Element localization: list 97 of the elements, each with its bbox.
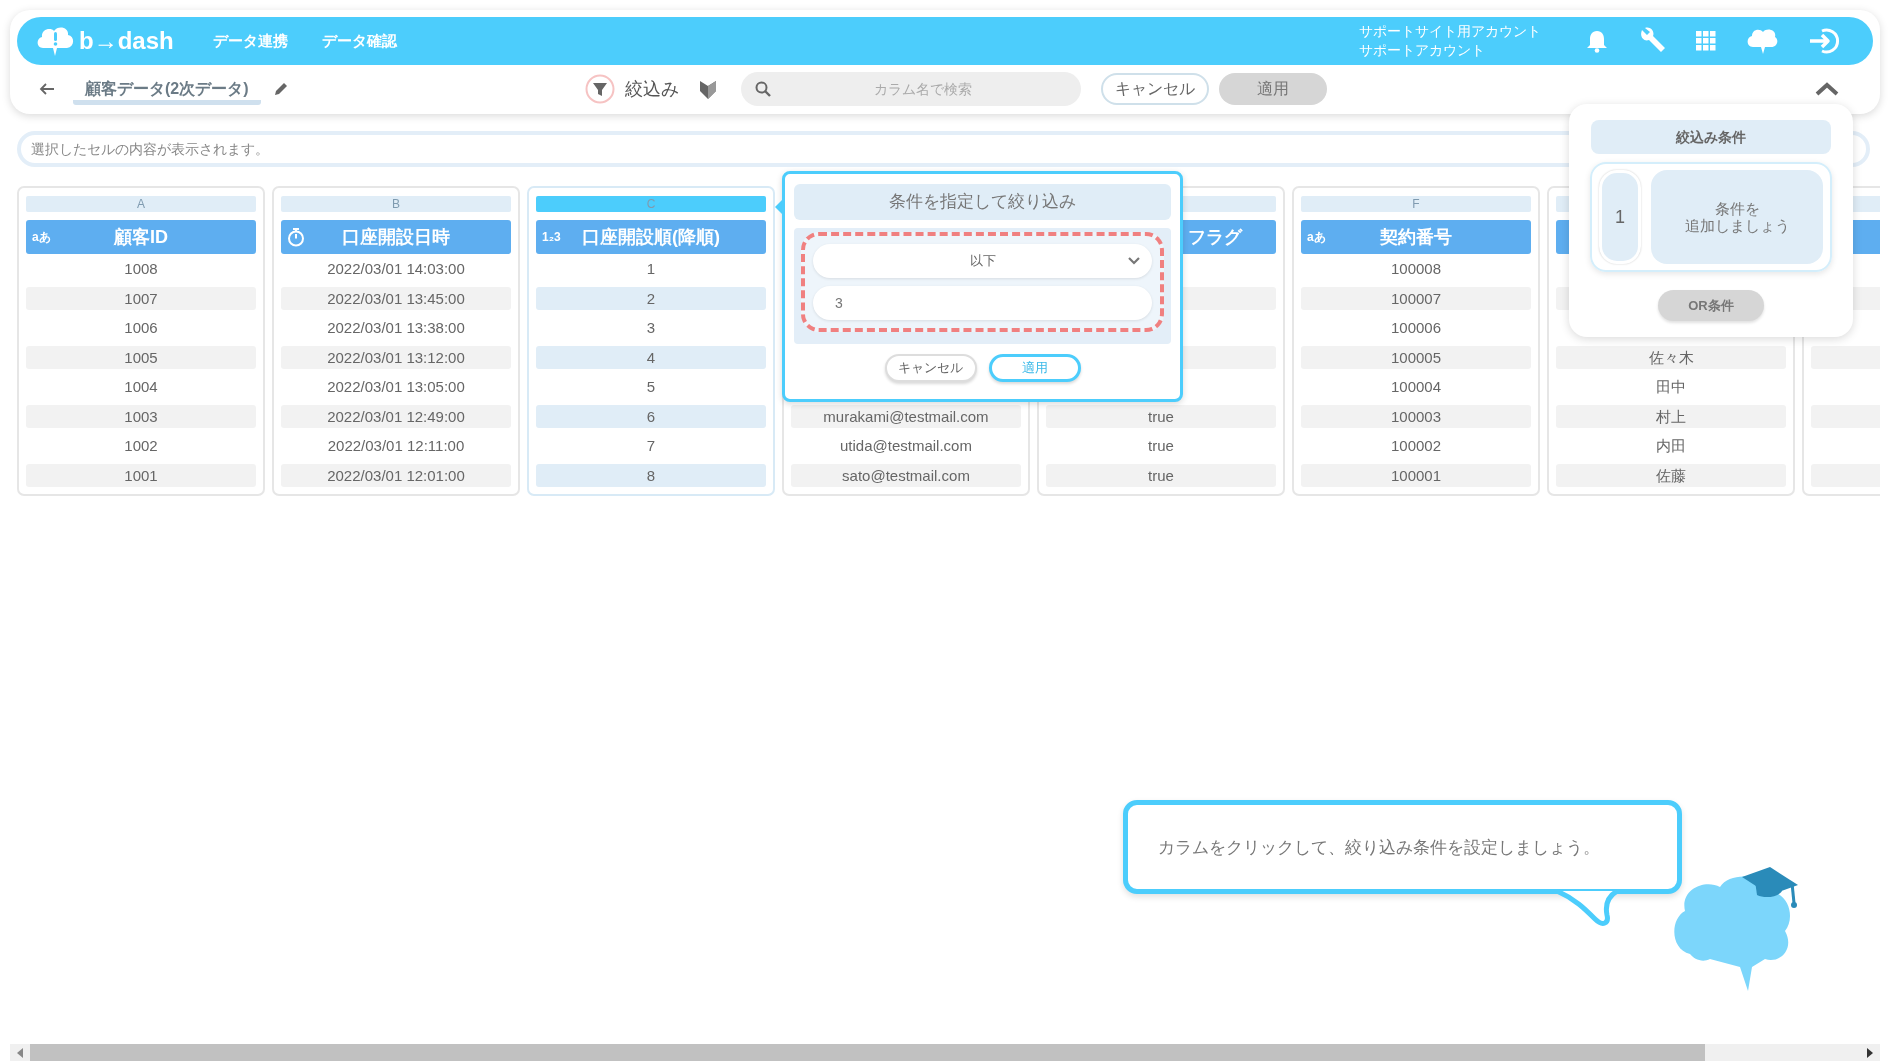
operator-dropdown[interactable]: 以下 [813, 244, 1152, 278]
column-name: 顧客ID [114, 226, 168, 249]
column-letter: C [646, 197, 656, 211]
popup-title: 条件を指定して絞り込み [794, 184, 1171, 220]
column-letter-bar[interactable]: B [281, 196, 511, 212]
table-cell: 2022/03/01 12:01:00 [281, 463, 511, 487]
table-cell: 村上 [1556, 404, 1786, 428]
cloud-avatar-icon[interactable] [1746, 27, 1778, 55]
nav-link[interactable]: データ連携 [213, 31, 288, 51]
column-name: フラグ [1188, 226, 1242, 249]
type-mark: aあ [32, 228, 51, 246]
logo-text[interactable]: b→dash [79, 27, 174, 55]
account-name: サポートアカウント [1359, 41, 1486, 60]
search-input[interactable]: カラム名で検索 [778, 80, 1067, 98]
scroll-right-icon[interactable] [1866, 1047, 1874, 1058]
panel-title: 絞込み条件 [1591, 120, 1831, 154]
filter-icon[interactable] [584, 74, 615, 104]
table-cell: 8 [536, 463, 766, 487]
hint-text: カラムをクリックして、絞り込み条件を設定しましょう。 [1158, 836, 1600, 859]
account-name: サポートサイト用アカウント [1359, 22, 1541, 41]
collapse-chevron-icon[interactable] [1815, 82, 1839, 96]
table-cell: 1007 [26, 286, 256, 310]
scroll-left-icon[interactable] [16, 1047, 24, 1058]
table-cell-text: 100006 [1389, 318, 1443, 339]
table-cell-text: 7 [645, 436, 657, 457]
nav-link[interactable]: データ確認 [322, 31, 397, 51]
logout-icon[interactable] [1808, 27, 1840, 55]
cancel-button[interactable]: キャンセル [884, 354, 977, 382]
table-cell-text: 1008 [123, 259, 159, 280]
table-cell: 100003 [1301, 404, 1531, 428]
column-header[interactable]: 1₂3 口座開設順(降順) [536, 220, 766, 254]
pencil-icon[interactable] [272, 81, 289, 97]
wrench-icon[interactable] [1638, 27, 1666, 55]
table-cell: 2022/03/01 13:45:00 [281, 286, 511, 310]
shield-icon[interactable] [698, 78, 717, 100]
stopwatch-icon [287, 227, 305, 247]
table-cell-text: utida@testmail.com [839, 436, 973, 457]
column-name: 契約番号 [1380, 226, 1452, 249]
table-cell-text: 3 [645, 318, 657, 339]
table-cell-text: 1002 [123, 436, 159, 457]
table-cell: 佐々木 [1556, 345, 1786, 369]
table-cell: 100001 [1301, 463, 1531, 487]
table-cell-text: 100004 [1389, 377, 1443, 398]
table-cell: sato@testmail.com [791, 463, 1021, 487]
table-cell-text: true [1147, 436, 1175, 457]
column-letter: A [137, 197, 145, 211]
table-cell: murakami@testmail.com [791, 404, 1021, 428]
table-cell-text: 内田 [1655, 436, 1687, 457]
column-letter-bar[interactable]: F [1301, 196, 1531, 212]
bell-icon[interactable] [1586, 29, 1608, 53]
table-cell: 佐藤 [1556, 463, 1786, 487]
add-condition-button[interactable]: 条件を 追加しましょう [1651, 170, 1823, 264]
filter-label: 絞込み [624, 78, 679, 101]
table-cell: 1005 [26, 345, 256, 369]
column-letter-bar[interactable]: C [536, 196, 766, 212]
table-cell: 100005 [1301, 345, 1531, 369]
table-cell: true [1046, 404, 1276, 428]
cancel-button[interactable]: キャンセル [1100, 73, 1209, 105]
table-cell: 2 [536, 286, 766, 310]
table-cell-text: 5 [645, 377, 657, 398]
type-mark: aあ [1307, 228, 1326, 246]
table-cell: 6 [536, 404, 766, 428]
column-header[interactable]: aあ 契約番号 [1301, 220, 1531, 254]
search-field[interactable]: カラム名で検索 [740, 72, 1081, 106]
column-letter-bar[interactable]: A [26, 196, 256, 212]
table-cell: 1001 [26, 463, 256, 487]
table-cell: 1003 [26, 404, 256, 428]
column-name: 口座開設日時 [342, 226, 450, 249]
grid-icon[interactable] [1696, 31, 1716, 51]
dataset-title: 顧客データ(2次データ) [73, 78, 261, 105]
chevron-down-icon [1128, 257, 1140, 265]
group-number: 1 [1599, 170, 1641, 264]
column-header[interactable]: 口座開設日時 [281, 220, 511, 254]
column-header[interactable]: aあ 顧客ID [26, 220, 256, 254]
table-cell: 100007 [1301, 286, 1531, 310]
table-cell: 4 [536, 345, 766, 369]
table-cell-text: 100002 [1389, 436, 1443, 457]
column-letter: B [392, 197, 400, 211]
type-mark: 1₂3 [542, 230, 561, 244]
table-cell-text: 2022/03/01 14:03:00 [326, 259, 466, 280]
table-cell-text: 100008 [1389, 259, 1443, 280]
table-cell-text: 1 [645, 259, 657, 280]
table-cell-text: 田中 [1655, 377, 1687, 398]
column-letter: F [1412, 197, 1420, 211]
table-cell-text: 2022/03/01 12:11:00 [326, 436, 466, 457]
column-name: 口座開設順(降順) [582, 226, 720, 249]
table-cell-text: 1004 [123, 377, 159, 398]
search-icon [754, 81, 771, 97]
apply-button[interactable]: 適用 [988, 354, 1081, 382]
value-input[interactable]: 3 [813, 286, 1152, 320]
table-cell: 2022/03/01 13:12:00 [281, 345, 511, 369]
table-cell-text: 2022/03/01 13:05:00 [326, 377, 466, 398]
table-cell-text: 1006 [123, 318, 159, 339]
back-arrow-icon[interactable] [39, 82, 55, 96]
table-cell: true [1046, 463, 1276, 487]
table-cell: 2022/03/01 12:49:00 [281, 404, 511, 428]
table-cell-text: 2022/03/01 13:38:00 [326, 318, 466, 339]
